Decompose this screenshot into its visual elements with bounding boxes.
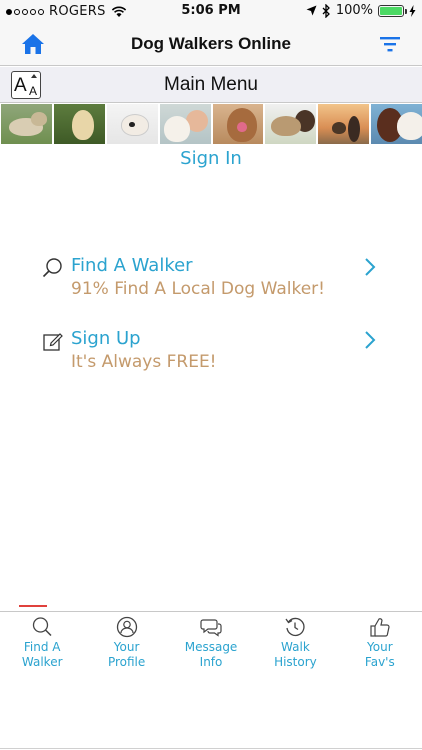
dog-photo [159, 104, 211, 144]
dog-photo [265, 104, 317, 144]
menu-title: Main Menu [164, 74, 258, 95]
edit-icon [43, 333, 63, 351]
chevron-right-icon [365, 258, 376, 276]
dog-photo [371, 104, 422, 144]
dog-photo [318, 104, 370, 144]
dog-photo [53, 104, 105, 144]
menu-item-subtitle: 91% Find A Local Dog Walker! [71, 279, 325, 299]
navigation-bar: Dog Walkers Online [0, 22, 422, 66]
search-icon [33, 617, 52, 637]
tab-message-info[interactable]: Message Info [169, 612, 253, 673]
photo-strip [0, 104, 422, 144]
thumbs-up-icon [370, 618, 390, 637]
tab-label-line2: Walker [21, 655, 63, 669]
menu-item-title: Sign Up [71, 328, 141, 349]
dog-photo [212, 104, 264, 144]
tab-label-line1: Walk [281, 640, 310, 654]
bluetooth-icon [322, 3, 330, 18]
search-icon [42, 258, 62, 278]
tab-your-favs[interactable]: Your Fav's [338, 612, 422, 673]
menu-item-find-walker[interactable]: Find A Walker 91% Find A Local Dog Walke… [40, 255, 385, 303]
tab-find-walker[interactable]: Find A Walker [0, 612, 84, 673]
filter-icon[interactable] [378, 33, 402, 55]
menu-item-subtitle: It's Always FREE! [71, 352, 217, 372]
tab-label-line1: Message [184, 640, 238, 654]
tab-label-line2: Profile [107, 655, 146, 669]
tab-bar: Find A Walker Your Profile Message Info … [0, 611, 422, 673]
menu-item-title: Find A Walker [71, 255, 193, 276]
chevron-right-icon [365, 331, 376, 349]
tab-label-line1: Your [113, 640, 140, 654]
location-arrow-icon [306, 5, 317, 16]
tab-label-line2: Info [199, 655, 223, 669]
sign-in-link[interactable]: Sign In [0, 148, 422, 169]
charging-bolt-icon [409, 4, 416, 17]
status-right: 100% [306, 3, 416, 18]
tab-label-line2: Fav's [364, 655, 395, 669]
dog-photo [106, 104, 158, 144]
status-bar: ROGERS 5:06 PM 100% [0, 0, 422, 22]
history-icon [285, 617, 305, 637]
active-tab-indicator [19, 605, 47, 607]
message-icon [200, 619, 222, 637]
tab-label-line1: Find A [23, 640, 61, 654]
user-icon [116, 616, 137, 638]
app-title: Dog Walkers Online [131, 34, 291, 53]
tab-your-profile[interactable]: Your Profile [84, 612, 168, 673]
tab-label-line2: History [274, 655, 317, 669]
menu-header: A A Main Menu [0, 67, 422, 103]
dog-photo [1, 104, 52, 144]
menu-item-sign-up[interactable]: Sign Up It's Always FREE! [40, 328, 385, 376]
battery-icon [378, 4, 407, 17]
tab-label-line1: Your [367, 640, 393, 654]
battery-percent: 100% [335, 3, 373, 18]
tab-walk-history[interactable]: Walk History [253, 612, 337, 673]
bottom-divider [0, 748, 422, 749]
